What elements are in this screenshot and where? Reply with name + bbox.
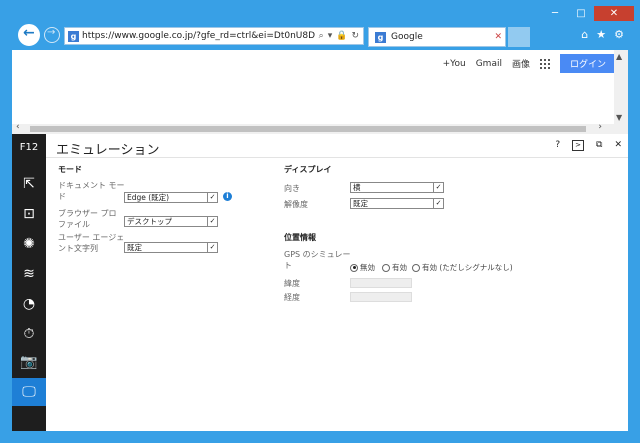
f12-label: F12 — [19, 142, 39, 153]
orientation-label: 向き — [284, 184, 300, 193]
devtools-title: エミュレーション — [56, 143, 160, 158]
window-bottom-border — [0, 431, 640, 443]
link-plus-you[interactable]: +You — [443, 59, 466, 69]
gps-nosignal-radio[interactable]: 有効 (ただしシグナルなし) — [412, 262, 513, 273]
maximize-button[interactable]: □ — [568, 6, 594, 21]
forward-button[interactable] — [44, 27, 60, 43]
scroll-down-icon[interactable]: ▼ — [616, 113, 622, 122]
longitude-field[interactable] — [350, 292, 412, 302]
orientation-select[interactable]: 横 ✓ — [350, 182, 444, 193]
scroll-left-icon[interactable]: ‹ — [16, 122, 20, 132]
google-bar: +You Gmail 画像 ログイン — [443, 54, 616, 73]
vertical-scrollbar[interactable]: ▲ ▼ — [614, 50, 628, 124]
profile-label: ブラウザー プロ ファイル — [58, 209, 117, 229]
page-content: +You Gmail 画像 ログイン ▲ ▼ — [12, 50, 628, 124]
resolution-select[interactable]: 既定 ✓ — [350, 198, 444, 209]
close-window-button[interactable]: ✕ — [594, 6, 634, 21]
latitude-field[interactable] — [350, 278, 412, 288]
close-devtools-icon[interactable]: ✕ — [614, 140, 622, 151]
url-text[interactable]: https://www.google.co.jp/?gfe_rd=ctrl&ei… — [82, 31, 315, 41]
scroll-up-icon[interactable]: ▲ — [616, 52, 622, 61]
gps-enabled-radio[interactable]: 有効 — [382, 262, 407, 273]
doc-mode-label: ドキュメント モード — [58, 181, 125, 201]
gps-label: GPS のシミュレート — [284, 250, 351, 270]
chevron-down-icon: ✓ — [207, 243, 217, 252]
address-row: g https://www.google.co.jp/?gfe_rd=ctrl&… — [12, 22, 628, 50]
help-button[interactable]: ? — [555, 140, 560, 151]
devtools-header: エミュレーション ? > ⧉ ✕ — [46, 134, 628, 158]
network-icon[interactable]: ≋ — [12, 260, 46, 288]
login-button[interactable]: ログイン — [559, 54, 616, 73]
new-tab-button[interactable] — [508, 27, 530, 47]
chevron-down-icon: ✓ — [207, 217, 217, 226]
doc-mode-select[interactable]: Edge (既定) ✓ — [124, 192, 218, 203]
chevron-down-icon: ✓ — [433, 199, 443, 208]
chevron-down-icon: ✓ — [207, 193, 217, 202]
link-images[interactable]: 画像 — [512, 57, 530, 70]
tab-label: Google — [391, 32, 423, 42]
emulation-icon[interactable]: 🖵 — [12, 378, 46, 406]
scroll-thumb[interactable] — [30, 126, 586, 132]
f12-devtools: F12 ⇱ ⊡ ✺ ≋ ◔ ⏱ 📷 🖵 エミュレーション ? > ⧉ ✕ モード… — [12, 134, 628, 431]
window-controls: ─ □ ✕ — [542, 6, 634, 21]
tab-google[interactable]: g Google ✕ — [368, 27, 506, 47]
display-heading: ディスプレイ — [284, 165, 332, 174]
profiler-icon[interactable]: ⏱ — [12, 320, 46, 348]
dropdown-icon[interactable]: ▾ — [328, 31, 333, 41]
link-gmail[interactable]: Gmail — [476, 59, 502, 69]
tab-close-icon[interactable]: ✕ — [494, 32, 502, 42]
devtools-rail: F12 ⇱ ⊡ ✺ ≋ ◔ ⏱ 📷 🖵 — [12, 134, 46, 431]
memory-icon[interactable]: 📷 — [12, 348, 46, 376]
address-bar[interactable]: g https://www.google.co.jp/?gfe_rd=ctrl&… — [64, 27, 364, 45]
ua-label: ユーザー エージェ ント文字列 — [58, 233, 125, 253]
chevron-down-icon: ✓ — [433, 183, 443, 192]
info-icon[interactable]: i — [223, 192, 232, 201]
longitude-label: 経度 — [284, 293, 300, 302]
horizontal-scrollbar[interactable]: ‹ › — [12, 122, 628, 134]
refresh-icon[interactable]: ↻ — [351, 31, 359, 41]
gear-icon[interactable]: ⚙ — [614, 28, 624, 41]
geolocation-heading: 位置情報 — [284, 233, 316, 242]
mode-heading: モード — [58, 165, 82, 174]
dom-explorer-icon[interactable]: ⇱ — [12, 170, 46, 198]
console-icon[interactable]: ⊡ — [12, 200, 46, 228]
gps-disabled-radio[interactable]: 無効 — [350, 262, 375, 273]
scroll-right-icon[interactable]: › — [598, 122, 602, 132]
resolution-label: 解像度 — [284, 200, 308, 209]
google-favicon-icon: g — [375, 31, 386, 43]
profile-select[interactable]: デスクトップ ✓ — [124, 216, 218, 227]
apps-grid-icon[interactable] — [539, 58, 550, 69]
home-icon[interactable]: ⌂ — [581, 28, 588, 41]
minimize-button[interactable]: ─ — [542, 6, 568, 21]
latitude-label: 緯度 — [284, 279, 300, 288]
ua-select[interactable]: 既定 ✓ — [124, 242, 218, 253]
back-button[interactable] — [18, 24, 40, 46]
console-toggle-icon[interactable]: > — [572, 140, 585, 151]
search-icon[interactable]: ⌕ — [319, 31, 324, 41]
lock-icon[interactable]: 🔒 — [336, 31, 347, 41]
google-favicon-icon: g — [68, 30, 79, 42]
ui-responsiveness-icon[interactable]: ◔ — [12, 290, 46, 318]
undock-icon[interactable]: ⧉ — [596, 140, 602, 151]
star-icon[interactable]: ★ — [596, 28, 606, 41]
debugger-icon[interactable]: ✺ — [12, 230, 46, 258]
toolbar-icons: ⌂ ★ ⚙ — [581, 28, 624, 41]
